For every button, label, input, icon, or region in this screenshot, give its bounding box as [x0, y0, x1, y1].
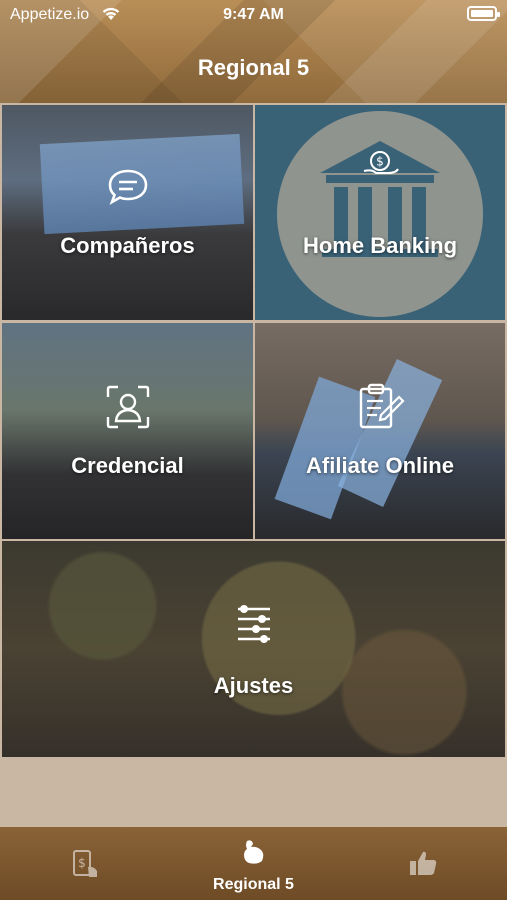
svg-text:$: $: [376, 155, 384, 169]
flex-arm-icon: [239, 837, 269, 872]
tile-companeros[interactable]: Compañeros: [0, 103, 255, 322]
clipboard-edit-icon: [355, 381, 405, 436]
battery-icon: [467, 6, 500, 21]
user-id-icon: [104, 383, 152, 436]
tab-bar: $ Regional 5: [0, 827, 507, 900]
sliders-icon: [234, 603, 274, 648]
tile-label: Home Banking: [302, 233, 458, 258]
header-bar: Appetize.io 9:47 AM Regional 5: [0, 0, 507, 103]
clock: 9:47 AM: [223, 6, 284, 23]
tile-afiliate-online[interactable]: Afiliate Online: [253, 321, 507, 541]
tile-label: Afiliate Online: [306, 453, 454, 478]
svg-text:$: $: [78, 856, 86, 870]
tile-credencial[interactable]: Credencial: [0, 321, 255, 541]
menu-grid: Compañeros $ Home Banking Credencial Afi…: [0, 103, 507, 759]
tab-likes[interactable]: [338, 827, 507, 900]
tab-payments[interactable]: $: [0, 827, 169, 900]
tab-label: Regional 5: [213, 876, 294, 893]
chat-icon: [106, 167, 150, 212]
phone-payment-icon: $: [70, 849, 100, 884]
status-bar: Appetize.io 9:47 AM: [0, 0, 507, 30]
page-title: Regional 5: [197, 55, 310, 80]
spacer: [0, 759, 507, 827]
tile-ajustes[interactable]: Ajustes: [0, 539, 507, 759]
tab-regional[interactable]: Regional 5: [169, 827, 338, 900]
thumbs-up-icon: [408, 849, 438, 882]
tile-label: Ajustes: [213, 673, 294, 698]
tile-home-banking[interactable]: $ Home Banking: [253, 103, 507, 322]
tile-label: Credencial: [71, 453, 184, 478]
tile-label: Compañeros: [60, 233, 195, 258]
